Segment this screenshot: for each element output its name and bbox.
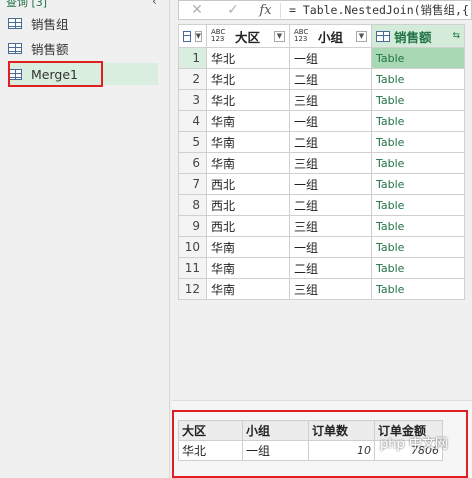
region-cell[interactable]: 华北 (206, 47, 290, 69)
table-link[interactable]: Table (371, 47, 465, 69)
region-cell[interactable]: 华南 (206, 278, 290, 300)
table-row[interactable]: 8 西北 二组 Table (178, 194, 465, 216)
table-link[interactable]: Table (371, 110, 465, 132)
table-row[interactable]: 6 华南 三组 Table (178, 152, 465, 174)
data-grid: ▼ ABC 123 大区 ▼ ABC 123 小组 ▼ 销售额 ⇆ 1 华北 一组 Table 2 华北… (178, 24, 465, 300)
formula-input[interactable]: = Table.NestedJoin(销售组,{ (281, 2, 471, 18)
grid-corner[interactable]: ▼ (178, 24, 207, 48)
table-row[interactable]: 4 华南 一组 Table (178, 110, 465, 132)
group-cell[interactable]: 一组 (289, 236, 372, 258)
group-cell[interactable]: 二组 (289, 68, 372, 90)
region-cell[interactable]: 华南 (206, 236, 290, 258)
watermark: php 中文网 (380, 437, 448, 452)
queries-header: 查询 [3] (6, 0, 48, 9)
query-item-sales-amount[interactable]: 销售额 (8, 37, 158, 59)
region-cell[interactable]: 华南 (206, 152, 290, 174)
chevron-down-icon[interactable]: ▼ (356, 30, 367, 42)
row-number[interactable]: 1 (178, 47, 207, 69)
group-cell[interactable]: 一组 (289, 173, 372, 195)
confirm-icon[interactable]: ✓ (215, 2, 251, 18)
column-header-region[interactable]: ABC 123 大区 ▼ (206, 24, 290, 48)
table-icon (8, 42, 22, 54)
row-number[interactable]: 7 (178, 173, 207, 195)
column-header-label: 小组 (318, 29, 344, 45)
table-row[interactable]: 3 华北 三组 Table (178, 89, 465, 111)
table-link[interactable]: Table (371, 68, 465, 90)
table-row[interactable]: 7 西北 一组 Table (178, 173, 465, 195)
highlight-box (8, 61, 103, 87)
query-item-label: 销售组 (31, 16, 69, 32)
row-number[interactable]: 2 (178, 68, 207, 90)
group-cell[interactable]: 一组 (289, 110, 372, 132)
table-link[interactable]: Table (371, 278, 465, 300)
table-icon (8, 17, 22, 29)
region-cell[interactable]: 西北 (206, 194, 290, 216)
chevron-down-icon[interactable]: ▼ (274, 30, 285, 42)
table-link[interactable]: Table (371, 194, 465, 216)
region-cell[interactable]: 华北 (206, 68, 290, 90)
query-item-sales-group[interactable]: 销售组 (8, 12, 158, 34)
group-cell[interactable]: 三组 (289, 89, 372, 111)
group-cell[interactable]: 二组 (289, 131, 372, 153)
region-cell[interactable]: 华南 (206, 110, 290, 132)
row-number[interactable]: 11 (178, 257, 207, 279)
row-number[interactable]: 12 (178, 278, 207, 300)
group-cell[interactable]: 三组 (289, 152, 372, 174)
formula-bar: ✕ ✓ fx = Table.NestedJoin(销售组,{ (178, 0, 472, 20)
column-header-label: 销售额 (394, 29, 432, 45)
table-row[interactable]: 1 华北 一组 Table (178, 47, 465, 69)
collapse-pane-button[interactable]: ‹ (152, 0, 157, 8)
group-cell[interactable]: 二组 (289, 194, 372, 216)
table-row[interactable]: 10 华南 一组 Table (178, 236, 465, 258)
column-header-sales[interactable]: 销售额 ⇆ (371, 24, 465, 48)
chevron-down-icon[interactable]: ▼ (194, 30, 202, 42)
table-row[interactable]: 5 华南 二组 Table (178, 131, 465, 153)
row-number[interactable]: 3 (178, 89, 207, 111)
region-cell[interactable]: 华北 (206, 89, 290, 111)
table-link[interactable]: Table (371, 257, 465, 279)
group-cell[interactable]: 二组 (289, 257, 372, 279)
table-link[interactable]: Table (371, 152, 465, 174)
type-any-icon[interactable]: ABC 123 (211, 29, 231, 43)
cancel-icon[interactable]: ✕ (179, 2, 215, 18)
region-cell[interactable]: 华南 (206, 131, 290, 153)
table-row[interactable]: 12 华南 三组 Table (178, 278, 465, 300)
queries-pane: 查询 [3] ‹ 销售组 销售额 Merge1 (0, 0, 170, 478)
row-number[interactable]: 10 (178, 236, 207, 258)
table-link[interactable]: Table (371, 89, 465, 111)
type-any-icon[interactable]: ABC 123 (294, 29, 314, 43)
table-link[interactable]: Table (371, 236, 465, 258)
region-cell[interactable]: 西北 (206, 173, 290, 195)
row-number[interactable]: 4 (178, 110, 207, 132)
fx-icon[interactable]: fx (251, 2, 281, 18)
column-header-group[interactable]: ABC 123 小组 ▼ (289, 24, 372, 48)
row-number[interactable]: 8 (178, 194, 207, 216)
query-item-label: 销售额 (31, 41, 69, 57)
table-icon (376, 30, 390, 42)
table-row[interactable]: 11 华南 二组 Table (178, 257, 465, 279)
row-number[interactable]: 9 (178, 215, 207, 237)
region-cell[interactable]: 华南 (206, 257, 290, 279)
table-icon (183, 30, 191, 42)
row-number[interactable]: 6 (178, 152, 207, 174)
group-cell[interactable]: 三组 (289, 215, 372, 237)
row-number[interactable]: 5 (178, 131, 207, 153)
region-cell[interactable]: 西北 (206, 215, 290, 237)
expand-icon[interactable]: ⇆ (452, 31, 460, 41)
table-row[interactable]: 2 华北 二组 Table (178, 68, 465, 90)
table-link[interactable]: Table (371, 215, 465, 237)
table-link[interactable]: Table (371, 173, 465, 195)
group-cell[interactable]: 三组 (289, 278, 372, 300)
table-row[interactable]: 9 西北 三组 Table (178, 215, 465, 237)
column-header-label: 大区 (235, 29, 261, 45)
group-cell[interactable]: 一组 (289, 47, 372, 69)
table-link[interactable]: Table (371, 131, 465, 153)
